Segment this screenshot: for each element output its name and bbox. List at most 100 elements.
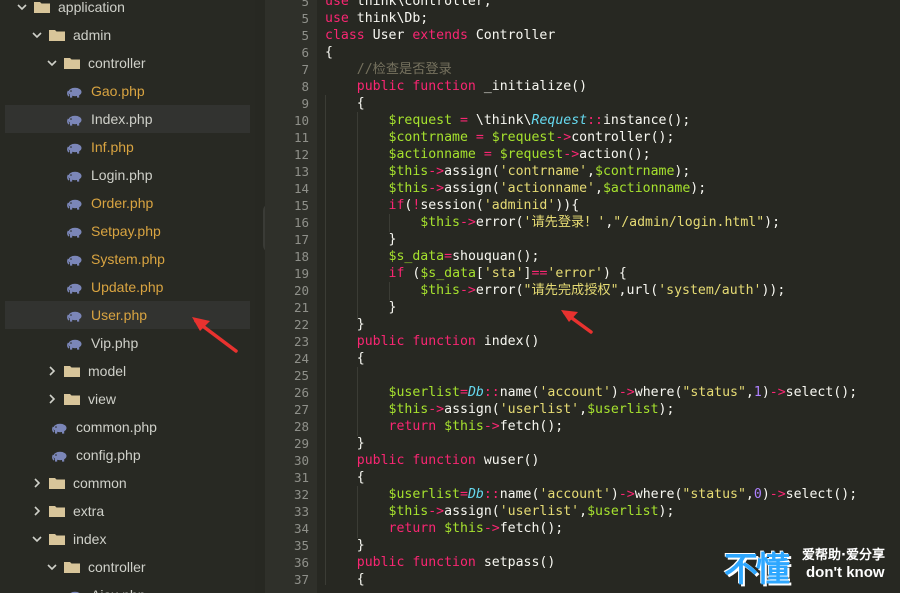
code-token: Db (467, 487, 484, 502)
code-token: error( (475, 215, 524, 230)
tree-file[interactable]: Setpay.php (0, 217, 255, 245)
tree-folder[interactable]: application (0, 0, 255, 21)
code-line: } (325, 299, 397, 316)
code-token: } (325, 436, 365, 451)
chevron-right-icon[interactable] (31, 477, 43, 489)
chevron-down-icon[interactable] (46, 57, 58, 69)
code-token: use (325, 0, 349, 9)
php-elephant-icon (67, 282, 82, 294)
code-line: public function wuser() (325, 452, 540, 469)
code-token: where( (634, 487, 683, 502)
tree-folder[interactable]: controller (0, 553, 255, 581)
code-token: -> (555, 130, 572, 145)
code-token: ) (610, 487, 619, 502)
code-token: 1 (753, 385, 762, 400)
watermark-en-text: don't know (806, 564, 885, 581)
code-token: $userlist (587, 504, 659, 519)
tree-folder[interactable]: admin (0, 21, 255, 49)
tree-file[interactable]: common.php (0, 413, 255, 441)
code-token: $this (444, 521, 484, 536)
code-token: function (412, 453, 476, 468)
code-area[interactable]: use think\controller; use think\Db; class … (325, 0, 900, 593)
tree-file[interactable]: config.php (0, 441, 255, 469)
code-line: $this->assign('userlist',$userlist); (325, 503, 675, 520)
code-token: select(); (785, 385, 858, 400)
line-number: 12 (293, 147, 309, 162)
code-editor[interactable]: 5 5 5 6 7 8 9 10 11 12 13 14 15 16 17 18 19 20 21 22 23 24 25 2… (265, 0, 900, 593)
chevron-down-icon[interactable] (31, 533, 43, 545)
tree-folder[interactable]: view (0, 385, 255, 413)
file-tree-sidebar: application admin controller Gao.php Index.p… (0, 0, 255, 593)
code-line: { (325, 350, 365, 367)
code-token: :: (483, 487, 500, 502)
tree-file[interactable]: Update.php (0, 273, 255, 301)
tree-file[interactable]: System.php (0, 245, 255, 273)
php-elephant-icon (67, 226, 82, 238)
php-elephant-icon (67, 590, 82, 593)
tree-file[interactable]: Login.php (0, 161, 255, 189)
tree-folder[interactable]: model (0, 357, 255, 385)
tree-item-label: Vip.php (91, 335, 139, 351)
tree-file[interactable]: Gao.php (0, 77, 255, 105)
line-number: 30 (293, 453, 309, 468)
tree-file[interactable]: Index.php (5, 105, 250, 133)
code-token: name( (499, 385, 540, 400)
code-token: class (325, 28, 365, 43)
line-number: 5 (301, 11, 309, 26)
chevron-right-icon[interactable] (31, 505, 43, 517)
folder-icon (34, 1, 50, 13)
code-token: '请先登录！' (523, 215, 606, 230)
code-token: $this (388, 504, 429, 519)
code-token: } (325, 232, 397, 247)
tree-folder[interactable]: extra (0, 497, 255, 525)
tree-item-label: User.php (91, 307, 148, 323)
code-token: function (412, 334, 476, 349)
code-token: \think\ (467, 113, 532, 128)
tree-folder[interactable]: index (0, 525, 255, 553)
code-token: $contrname (595, 164, 675, 179)
tree-file[interactable]: Inf.php (0, 133, 255, 161)
line-number: 18 (293, 249, 309, 264)
tree-file[interactable]: Order.php (0, 189, 255, 217)
code-token: ); (658, 504, 675, 519)
code-token: Db (467, 385, 484, 400)
folder-icon (64, 57, 80, 69)
tree-item-label: Login.php (91, 167, 153, 183)
php-elephant-icon (52, 422, 67, 434)
chevron-right-icon[interactable] (46, 365, 58, 377)
tree-folder[interactable]: controller (0, 49, 255, 77)
code-token: 'system/auth' (658, 283, 762, 298)
code-token: ) (761, 487, 770, 502)
tree-folder[interactable]: common (0, 469, 255, 497)
line-number: 14 (293, 181, 309, 196)
code-token: 'sta' (483, 266, 524, 281)
code-token: = (460, 385, 468, 400)
code-token: $userlist (388, 487, 460, 502)
tree-file[interactable]: Ajax.php (0, 581, 255, 593)
chevron-right-icon[interactable] (46, 393, 58, 405)
code-token: $request (388, 113, 453, 128)
chevron-down-icon[interactable] (16, 1, 28, 13)
line-number: 21 (293, 300, 309, 315)
code-token: User (364, 28, 413, 43)
chevron-down-icon[interactable] (31, 29, 43, 41)
code-token: = (483, 147, 492, 162)
code-line: } (325, 435, 365, 452)
line-number: 34 (293, 521, 309, 536)
code-token: $userlist (587, 402, 659, 417)
code-line: //检查是否登录 (325, 61, 452, 78)
code-line: use think\controller; (325, 0, 492, 10)
code-token: wuser() (475, 453, 540, 468)
code-token: 'userlist' (499, 504, 580, 519)
tree-item-label: Inf.php (91, 139, 134, 155)
line-number: 5 (301, 0, 309, 9)
chevron-down-icon[interactable] (46, 561, 58, 573)
php-elephant-icon (67, 198, 82, 210)
tree-item-label: index (73, 531, 107, 547)
code-line: $actionname = $request->action(); (325, 146, 651, 163)
php-elephant-icon (67, 310, 82, 322)
code-token: fetch(); (499, 521, 564, 536)
